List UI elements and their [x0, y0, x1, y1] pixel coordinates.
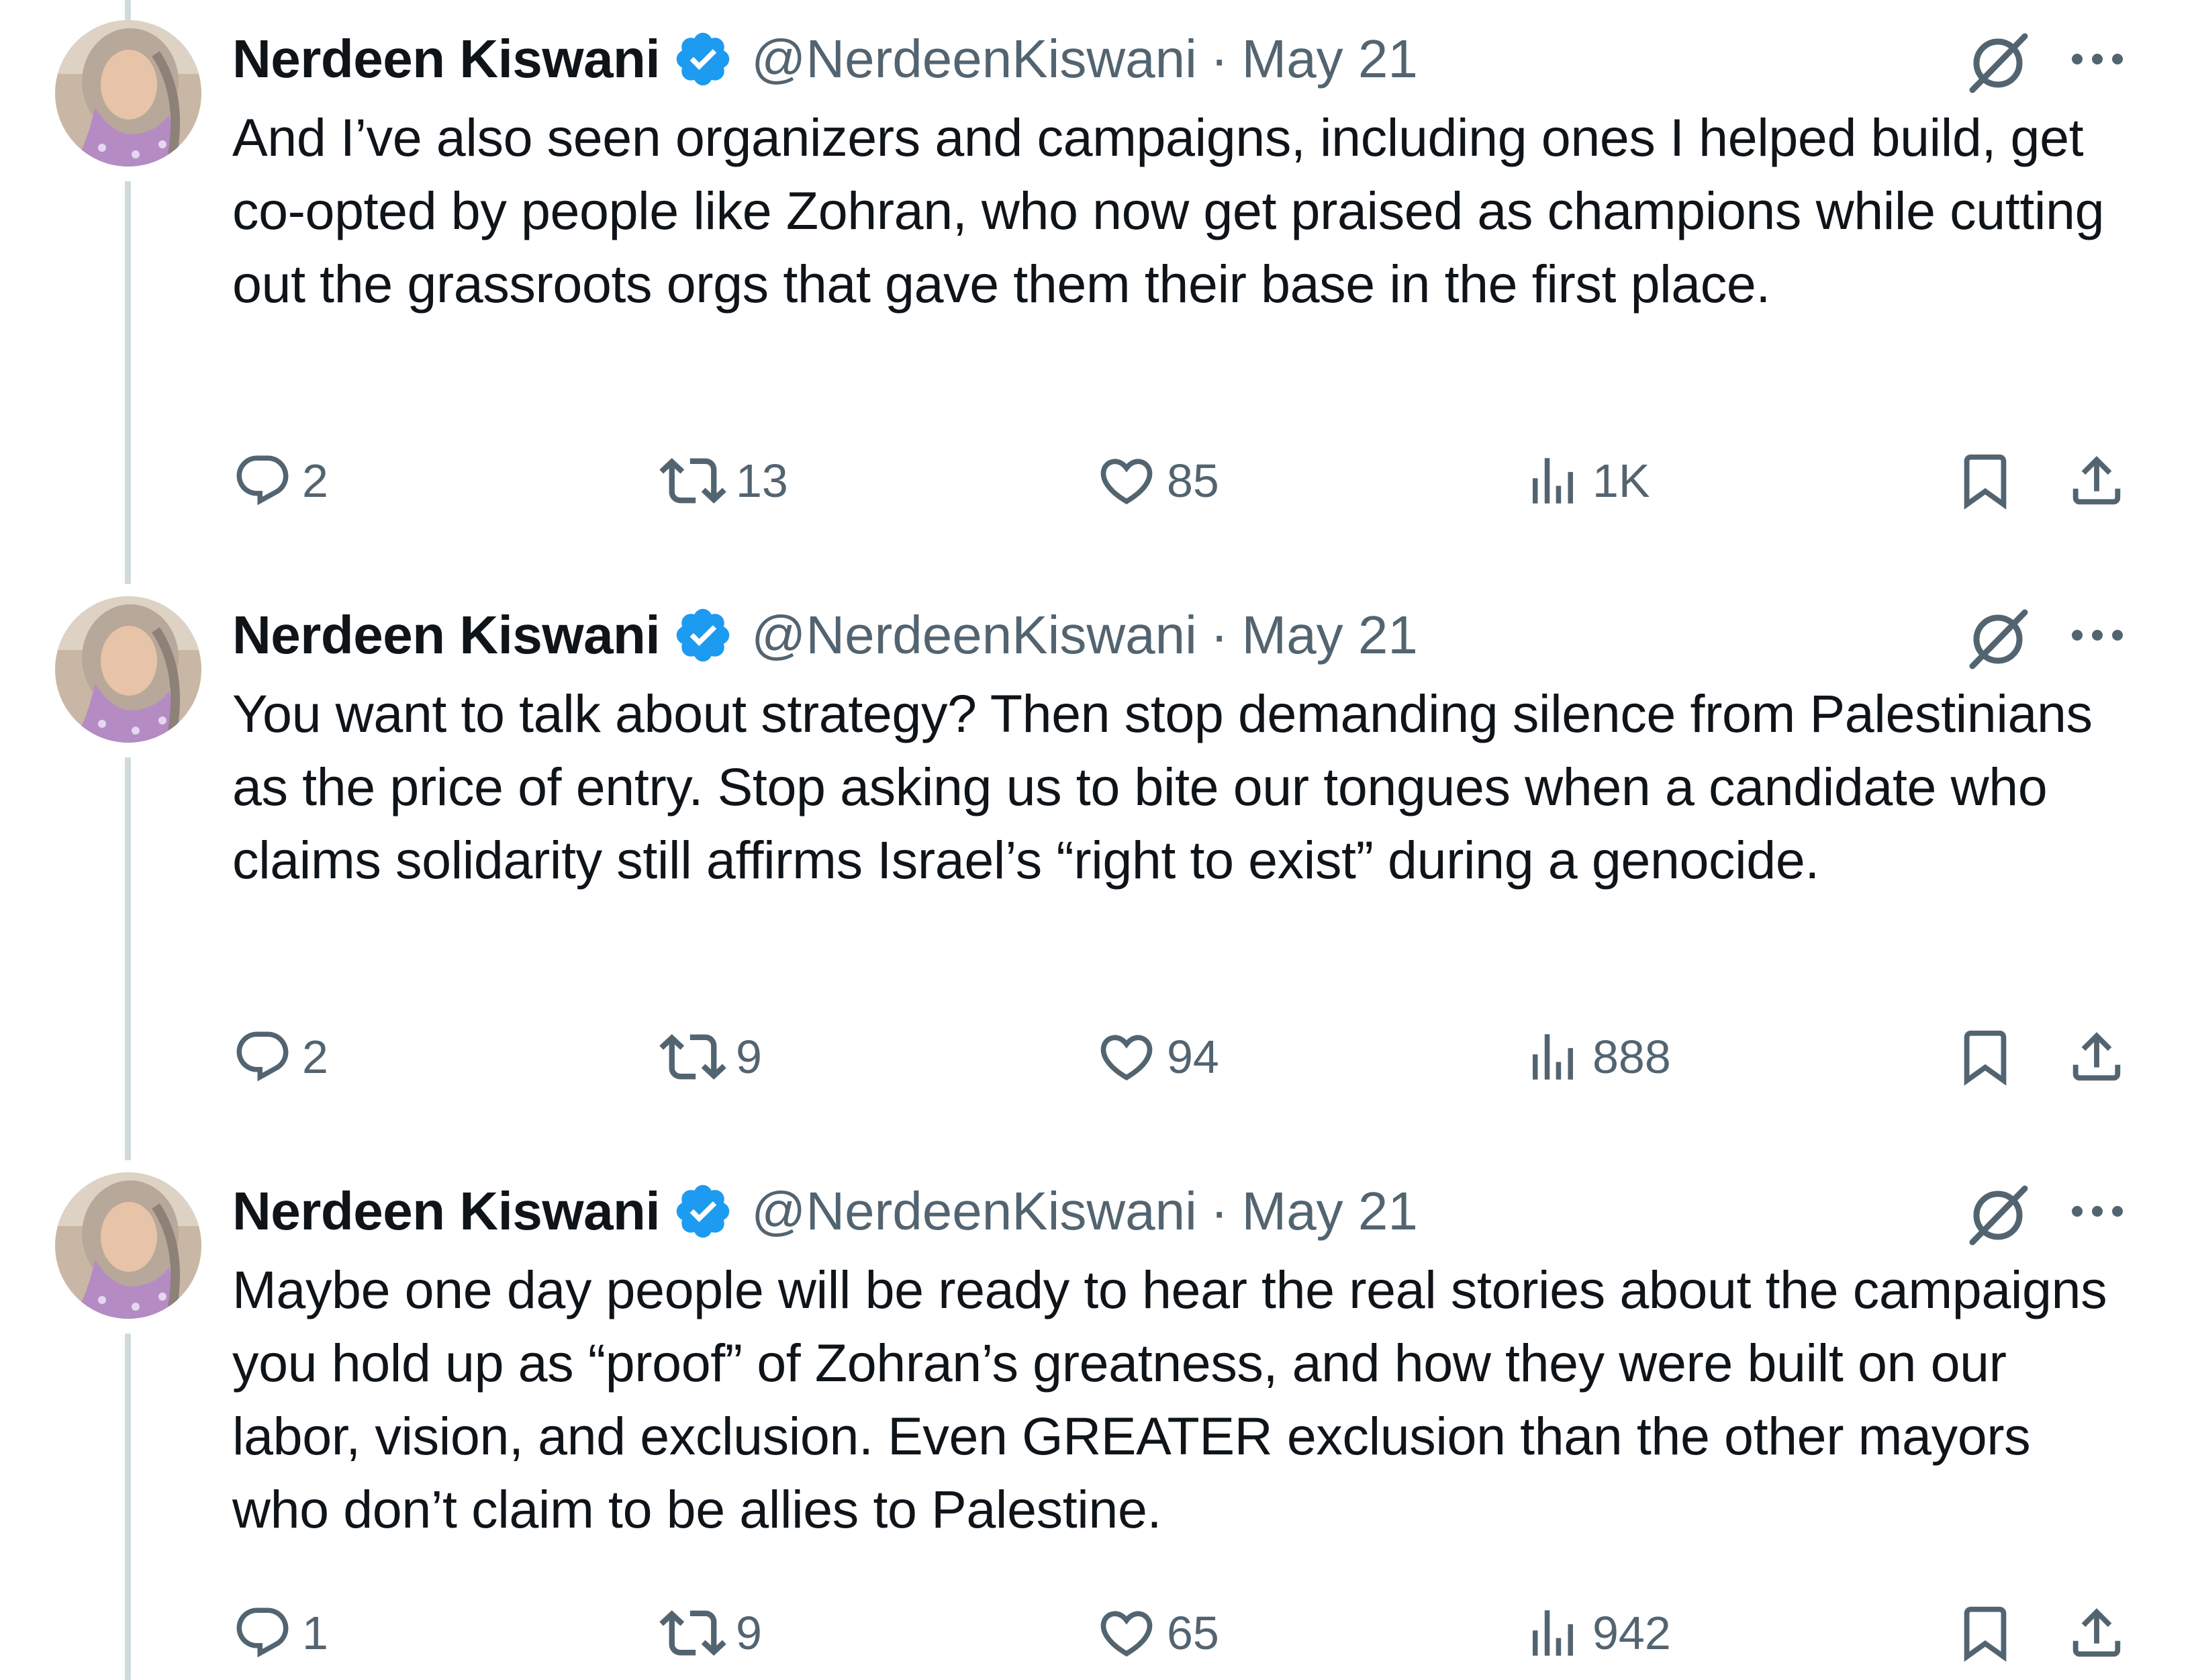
avatar[interactable]	[55, 596, 201, 743]
bookmark-button[interactable]	[1954, 440, 2017, 521]
profile-photo-icon	[55, 20, 201, 167]
share-icon	[2072, 1608, 2121, 1657]
profile-photo-icon	[55, 596, 201, 743]
views-button[interactable]: 888	[1523, 1017, 1671, 1097]
author-handle[interactable]: @NerdeenKiswani	[751, 28, 1197, 90]
like-count: 94	[1167, 1031, 1219, 1083]
reply-count: 1	[302, 1607, 328, 1659]
author-name[interactable]: Nerdeen Kiswani	[232, 28, 661, 90]
tweet-date[interactable]: May 21	[1242, 1180, 1418, 1242]
more-options-icon[interactable]	[2065, 42, 2130, 77]
views-icon	[1533, 1034, 1573, 1080]
tweet-actions: 2 13 85 1K	[0, 440, 2194, 521]
repost-icon	[659, 1034, 726, 1080]
tweet-actions: 1 9 65 942	[0, 1593, 2194, 1673]
reply-button[interactable]: 1	[232, 1593, 328, 1673]
tweet-text: And I’ve also seen organizers and campai…	[232, 107, 2105, 314]
repost-count: 9	[736, 1607, 762, 1659]
more-options-icon[interactable]	[2065, 1194, 2130, 1229]
grok-icon[interactable]	[1964, 1180, 2032, 1248]
bookmark-icon	[1964, 1606, 2007, 1662]
like-icon	[1100, 1611, 1153, 1657]
separator: ·	[1210, 29, 1229, 89]
tweet-date[interactable]: May 21	[1242, 604, 1418, 666]
bookmark-icon	[1964, 454, 2007, 510]
repost-button[interactable]: 9	[659, 1593, 762, 1673]
reply-icon	[236, 455, 289, 506]
views-icon	[1533, 1610, 1573, 1656]
verified-badge-icon[interactable]	[672, 28, 734, 90]
tweet-header: Nerdeen Kiswani @NerdeenKiswani · May 21	[232, 26, 1418, 93]
verified-badge-icon[interactable]	[672, 1180, 734, 1242]
author-handle[interactable]: @NerdeenKiswani	[751, 604, 1197, 666]
share-button[interactable]	[2065, 1593, 2128, 1673]
tweet-date[interactable]: May 21	[1242, 28, 1418, 90]
more-options-icon[interactable]	[2065, 618, 2130, 653]
verified-badge-icon[interactable]	[672, 604, 734, 666]
views-button[interactable]: 942	[1523, 1593, 1671, 1673]
reply-button[interactable]: 2	[232, 440, 328, 521]
grok-icon[interactable]	[1964, 604, 2032, 671]
reply-icon	[236, 1031, 289, 1082]
views-button[interactable]: 1K	[1523, 440, 1650, 521]
tweet-actions: 2 9 94 888	[0, 1017, 2194, 1097]
tweet[interactable]: Nerdeen Kiswani @NerdeenKiswani · May 21…	[0, 1152, 2194, 1680]
like-button[interactable]: 65	[1096, 1593, 1219, 1673]
like-count: 65	[1167, 1607, 1219, 1659]
like-button[interactable]: 94	[1096, 1017, 1219, 1097]
repost-button[interactable]: 13	[659, 440, 788, 521]
avatar[interactable]	[55, 1172, 201, 1319]
bookmark-button[interactable]	[1954, 1593, 2017, 1673]
repost-icon	[659, 458, 726, 504]
repost-count: 9	[736, 1031, 762, 1083]
like-icon	[1100, 459, 1153, 505]
reply-icon	[236, 1607, 289, 1658]
separator: ·	[1210, 1181, 1229, 1241]
author-name[interactable]: Nerdeen Kiswani	[232, 604, 661, 666]
tweet-text: You want to talk about strategy? Then st…	[232, 684, 2093, 890]
views-icon	[1533, 458, 1573, 504]
share-button[interactable]	[2065, 440, 2128, 521]
tweet[interactable]: Nerdeen Kiswani @NerdeenKiswani · May 21…	[0, 576, 2194, 1154]
like-count: 85	[1167, 455, 1219, 507]
like-button[interactable]: 85	[1096, 440, 1219, 521]
views-count: 942	[1592, 1607, 1671, 1659]
reply-count: 2	[302, 1031, 328, 1083]
tweet-text: Maybe one day people will be ready to he…	[232, 1260, 2107, 1539]
share-icon	[2072, 1032, 2121, 1081]
reply-button[interactable]: 2	[232, 1017, 328, 1097]
share-icon	[2072, 456, 2121, 505]
bookmark-icon	[1964, 1030, 2007, 1086]
author-name[interactable]: Nerdeen Kiswani	[232, 1180, 661, 1242]
bookmark-button[interactable]	[1954, 1017, 2017, 1097]
repost-button[interactable]: 9	[659, 1017, 762, 1097]
views-count: 1K	[1592, 455, 1650, 507]
repost-icon	[659, 1610, 726, 1656]
separator: ·	[1210, 605, 1229, 665]
tweet-header: Nerdeen Kiswani @NerdeenKiswani · May 21	[232, 602, 1418, 669]
repost-count: 13	[736, 455, 788, 507]
grok-icon[interactable]	[1964, 28, 2032, 95]
share-button[interactable]	[2065, 1017, 2128, 1097]
author-handle[interactable]: @NerdeenKiswani	[751, 1180, 1197, 1242]
reply-count: 2	[302, 455, 328, 507]
like-icon	[1100, 1035, 1153, 1081]
tweet[interactable]: Nerdeen Kiswani @NerdeenKiswani · May 21…	[0, 0, 2194, 577]
tweet-header: Nerdeen Kiswani @NerdeenKiswani · May 21	[232, 1178, 1418, 1245]
profile-photo-icon	[55, 1172, 201, 1319]
avatar[interactable]	[55, 20, 201, 167]
views-count: 888	[1592, 1031, 1671, 1083]
